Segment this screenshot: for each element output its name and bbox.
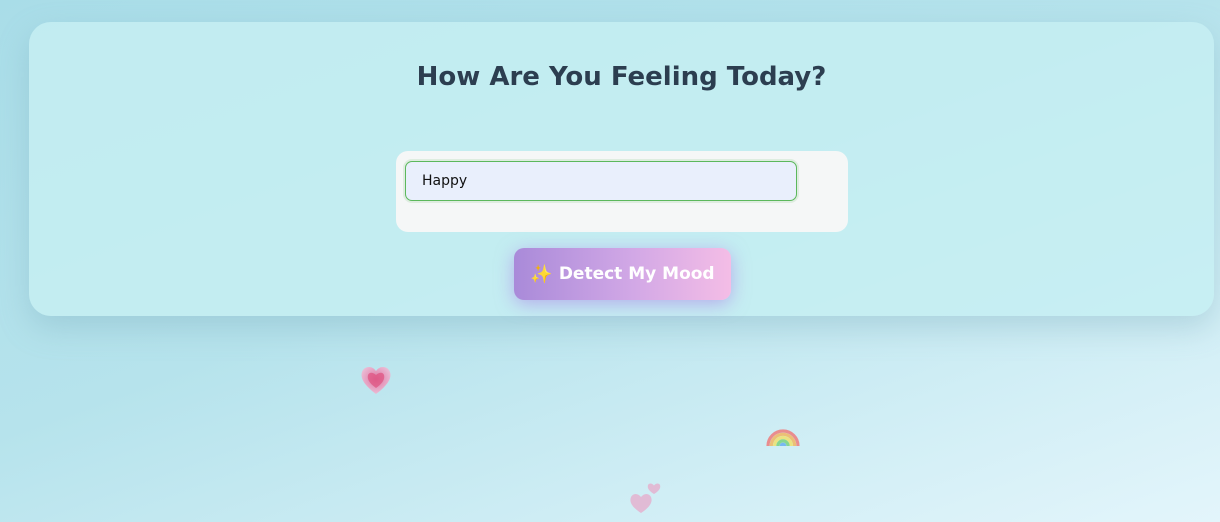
detect-mood-button[interactable]: ✨ Detect My Mood — [514, 248, 731, 300]
two-hearts-icon — [630, 483, 661, 513]
page-title: How Are You Feeling Today? — [416, 62, 827, 92]
detect-mood-button-label: Detect My Mood — [558, 264, 715, 284]
glowing-heart-icon — [361, 366, 391, 394]
input-panel — [396, 151, 848, 232]
mood-card: How Are You Feeling Today? ✨ Detect My M… — [29, 22, 1214, 316]
sparkles-icon: ✨ — [530, 263, 553, 285]
rainbow-icon — [766, 429, 800, 447]
mood-input[interactable] — [405, 161, 797, 201]
